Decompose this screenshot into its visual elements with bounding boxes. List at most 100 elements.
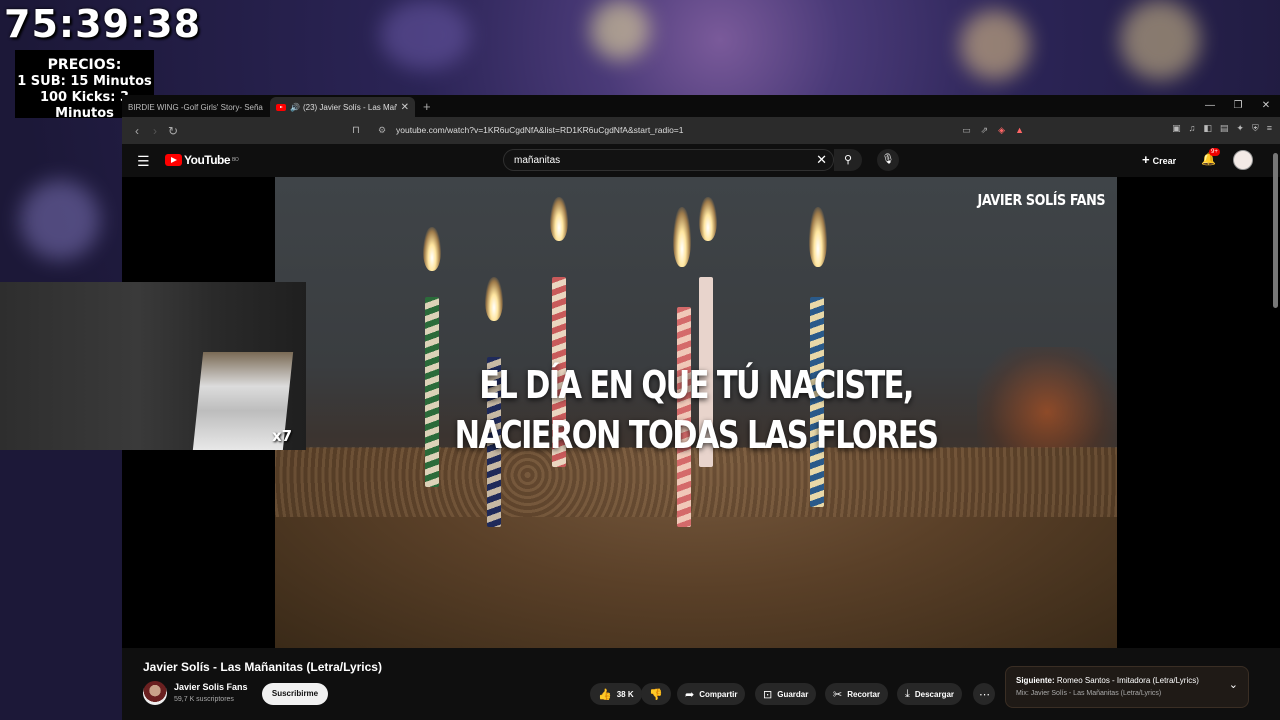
search-button[interactable]: ⚲ <box>834 149 862 171</box>
candle-flame <box>423 227 441 271</box>
download-button[interactable]: ⤓ Descargar <box>897 683 963 705</box>
youtube-favicon-icon <box>276 103 286 111</box>
multiplier-badge: x7 <box>272 427 293 445</box>
bokeh-light <box>380 0 470 70</box>
chevron-down-icon[interactable]: ⌄ <box>1229 678 1238 691</box>
channel-name[interactable]: Javier Solis Fans <box>174 682 248 692</box>
channel-avatar[interactable] <box>143 681 167 705</box>
notification-badge: 9+ <box>1209 148 1220 156</box>
brave-rewards-icon[interactable]: ▲ <box>1015 125 1024 136</box>
brave-shield-icon[interactable]: ◈ <box>998 125 1005 136</box>
download-label: Descargar <box>914 689 955 699</box>
save-button[interactable]: ⊡ Guardar <box>755 683 817 705</box>
clip-label: Recortar <box>847 689 881 699</box>
candle-flame <box>699 197 717 241</box>
clear-search-icon[interactable]: ✕ <box>816 152 827 168</box>
restore-icon[interactable]: ❐ <box>1224 95 1252 117</box>
save-label: Guardar <box>777 689 809 699</box>
account-avatar[interactable] <box>1233 150 1253 170</box>
tab-label: BIRDIE WING -Golf Girls' Story- Seña <box>128 102 263 112</box>
candle-flame <box>673 207 691 267</box>
leo-ai-icon[interactable]: ✦ <box>1236 123 1244 134</box>
subscribe-button[interactable]: Suscribirme <box>262 683 328 705</box>
lyrics-caption-line-2: NACIERON TODAS LAS FLORES <box>454 413 939 457</box>
youtube-header: ☰ YouTube BO ✕ ⚲ 🎙 +Crear 🔔 9+ <box>122 144 1280 177</box>
youtube-logo[interactable]: YouTube BO <box>165 153 239 167</box>
stream-background: 75:39:38 PRECIOS: 1 SUB: 15 Minutos 100 … <box>0 0 1280 720</box>
bokeh-light <box>590 0 650 60</box>
wallet-icon[interactable]: ▤ <box>1220 123 1229 134</box>
bokeh-light <box>20 180 100 260</box>
more-actions-button[interactable]: ⋯ <box>973 683 995 705</box>
search-box: ✕ <box>503 149 834 171</box>
download-icon: ⤓ <box>905 687 910 700</box>
scissors-icon: ✂ <box>833 688 843 701</box>
candle-flame <box>550 197 568 241</box>
vpn-icon[interactable]: ⛨ <box>1252 123 1259 134</box>
url-field[interactable]: ⊓ ⚙ youtube.com/watch?v=1KR6uCgdNfA&list… <box>352 120 1032 140</box>
back-icon[interactable]: ‹ <box>128 124 146 138</box>
tab-label: (23) Javier Solís - Las Mañanitas <box>302 102 397 112</box>
plus-icon: + <box>1142 152 1150 167</box>
page-scrollbar[interactable] <box>1273 153 1278 308</box>
region-code: BO <box>232 157 239 163</box>
like-button[interactable]: 👍 38 K <box>590 683 642 705</box>
reload-icon[interactable]: ↻ <box>164 124 182 138</box>
close-tab-icon[interactable]: ✕ <box>401 102 409 113</box>
microphone-icon: 🎙 <box>881 154 895 165</box>
new-tab-button[interactable]: + <box>415 99 439 117</box>
url-actions: ▭ ⇗ ◈ ▲ <box>962 125 1024 136</box>
minimize-icon[interactable]: — <box>1196 95 1224 117</box>
up-next-panel[interactable]: Siguiente: Romeo Santos - Imitadora (Let… <box>1005 666 1249 708</box>
thumbs-up-icon: 👍 <box>598 688 612 701</box>
youtube-play-icon <box>165 154 182 166</box>
music-icon[interactable]: ♫ <box>1189 123 1196 134</box>
bookmark-icon[interactable]: ⊓ <box>352 125 360 136</box>
candle-flame <box>809 207 827 267</box>
search-icon: ⚲ <box>843 154 853 166</box>
screenshot-icon[interactable]: ▣ <box>1172 123 1181 134</box>
tab-las-mananitas[interactable]: 🔊 (23) Javier Solís - Las Mañanitas ✕ <box>270 97 415 117</box>
share-button[interactable]: ➦ Compartir <box>677 683 746 705</box>
stream-timer: 75:39:38 <box>4 2 202 46</box>
voice-search-button[interactable]: 🎙 <box>877 149 899 171</box>
share-arrow-icon: ➦ <box>685 688 695 701</box>
create-label: Crear <box>1152 156 1177 166</box>
window-controls: — ❐ ✕ <box>1196 95 1280 117</box>
guide-menu-icon[interactable]: ☰ <box>137 153 150 170</box>
url-text: youtube.com/watch?v=1KR6uCgdNfA&list=RD1… <box>396 125 684 135</box>
candle-flame <box>485 277 503 321</box>
close-window-icon[interactable]: ✕ <box>1252 95 1280 117</box>
forward-icon[interactable]: › <box>146 124 164 138</box>
menu-icon[interactable]: ≡ <box>1267 123 1272 134</box>
cake-crumbs <box>275 447 1117 517</box>
price-panel-title: PRECIOS: <box>47 57 122 73</box>
clip-button[interactable]: ✂ Recortar <box>825 683 889 705</box>
thumbs-down-icon: 👎 <box>649 688 663 701</box>
webcam-overlay <box>0 282 306 450</box>
search-input[interactable] <box>514 154 804 166</box>
create-button[interactable]: + Crear <box>1142 152 1176 167</box>
save-playlist-icon: ⊡ <box>763 688 773 701</box>
price-line-sub: 1 SUB: 15 Minutos <box>17 74 152 89</box>
like-count: 38 K <box>616 689 634 699</box>
address-bar: ‹ › ↻ ⊓ ⚙ youtube.com/watch?v=1KR6uCgdNf… <box>122 117 1280 144</box>
dislike-button[interactable]: 👎 <box>641 683 671 705</box>
channel-watermark: JAVIER SOLÍS FANS <box>977 191 1105 209</box>
tab-birdie-wing[interactable]: BIRDIE WING -Golf Girls' Story- Seña <box>122 97 270 117</box>
share-icon[interactable]: ⇗ <box>981 125 989 136</box>
bokeh-light <box>960 10 1030 80</box>
up-next-title: Romeo Santos - Imitadora (Letra/Lyrics) <box>1056 676 1199 685</box>
cast-icon[interactable]: ▭ <box>962 125 971 136</box>
more-dots-icon: ⋯ <box>979 688 990 701</box>
up-next-line: Siguiente: Romeo Santos - Imitadora (Let… <box>1016 676 1199 685</box>
bokeh-light <box>1120 0 1200 80</box>
site-settings-icon[interactable]: ⚙ <box>378 125 386 136</box>
video-frame[interactable]: EL DÍA EN QUE TÚ NACISTE, NACIERON TODAS… <box>275 177 1117 648</box>
sidebar-icon[interactable]: ◧ <box>1203 123 1212 134</box>
tab-bar: BIRDIE WING -Golf Girls' Story- Seña 🔊 (… <box>122 95 1280 117</box>
subscriber-count: 59,7 K suscriptores <box>174 696 234 703</box>
lyrics-caption-line-1: EL DÍA EN QUE TÚ NACISTE, <box>479 363 914 407</box>
up-next-prefix: Siguiente: <box>1016 676 1055 685</box>
audio-playing-icon[interactable]: 🔊 <box>290 103 300 112</box>
